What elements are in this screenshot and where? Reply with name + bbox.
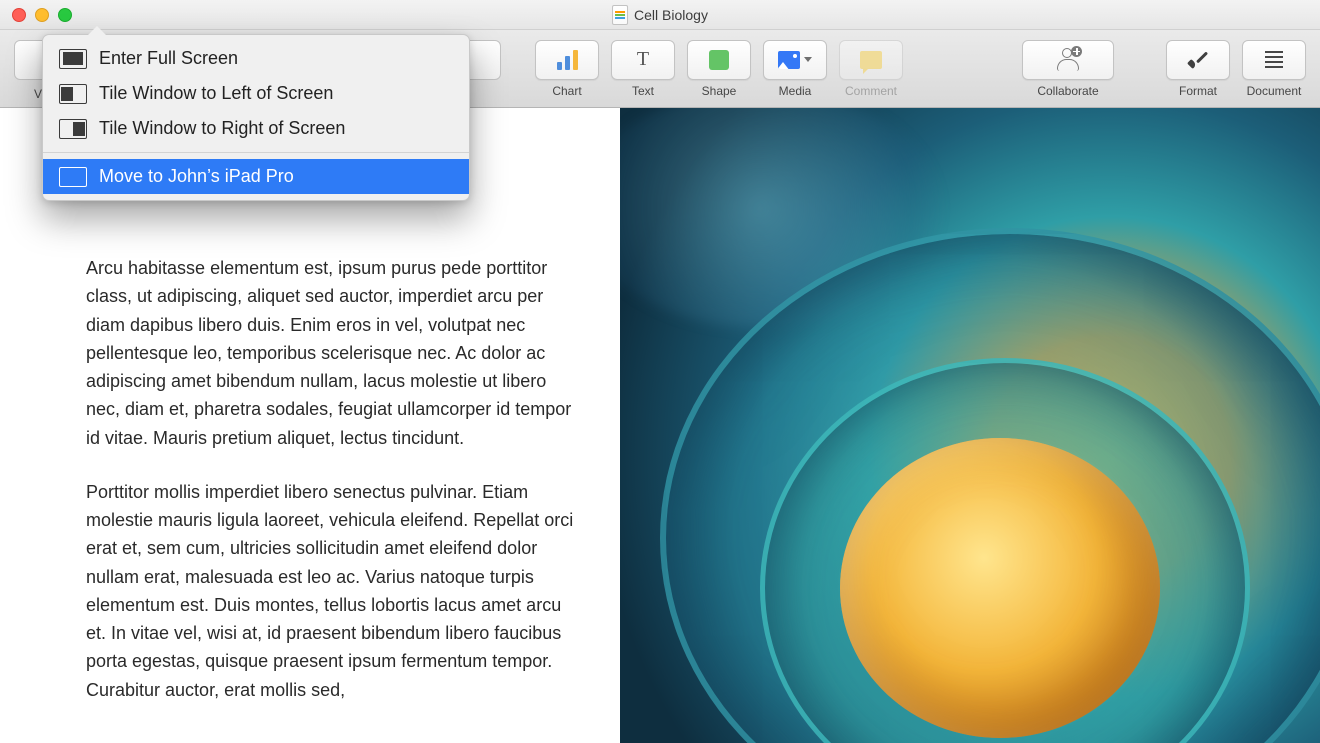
traffic-lights bbox=[0, 8, 72, 22]
collaborate-icon bbox=[1056, 48, 1080, 72]
toolbar-format: Format bbox=[1166, 40, 1230, 98]
cell-nucleus bbox=[840, 438, 1160, 738]
toolbar-media: Media bbox=[763, 40, 827, 98]
document-text-column[interactable]: Arcu habitasse elementum est, ipsum puru… bbox=[0, 108, 620, 743]
tile-left-icon bbox=[59, 84, 87, 104]
comment-button[interactable] bbox=[839, 40, 903, 80]
document-label: Document bbox=[1247, 84, 1302, 98]
paragraph-2: Porttitor mollis imperdiet libero senect… bbox=[86, 478, 580, 704]
shape-button[interactable] bbox=[687, 40, 751, 80]
toolbar-collaborate: Collaborate bbox=[1022, 40, 1114, 98]
titlebar: Cell Biology bbox=[0, 0, 1320, 30]
tile-right-icon bbox=[59, 119, 87, 139]
chart-icon bbox=[557, 50, 578, 70]
shape-icon bbox=[709, 50, 729, 70]
toolbar-chart: Chart bbox=[535, 40, 599, 98]
document-button[interactable] bbox=[1242, 40, 1306, 80]
enter-full-screen-icon bbox=[59, 49, 87, 69]
window-title-text: Cell Biology bbox=[634, 7, 708, 23]
menu-item-label: Tile Window to Left of Screen bbox=[99, 83, 333, 104]
document-image[interactable] bbox=[620, 108, 1320, 743]
comment-icon bbox=[860, 51, 882, 69]
toolbar-text: T Text bbox=[611, 40, 675, 98]
menu-pointer bbox=[88, 26, 106, 35]
format-button[interactable] bbox=[1166, 40, 1230, 80]
menu-item-move-to-ipad[interactable]: Move to John’s iPad Pro bbox=[43, 159, 469, 194]
text-icon: T bbox=[632, 49, 654, 71]
toolbar-shape: Shape bbox=[687, 40, 751, 98]
chart-button[interactable] bbox=[535, 40, 599, 80]
menu-item-label: Tile Window to Right of Screen bbox=[99, 118, 345, 139]
paintbrush-icon bbox=[1187, 49, 1209, 71]
chart-label: Chart bbox=[552, 84, 581, 98]
shape-label: Shape bbox=[702, 84, 737, 98]
menu-item-enter-full-screen[interactable]: Enter Full Screen bbox=[43, 41, 469, 76]
paragraph-1: Arcu habitasse elementum est, ipsum puru… bbox=[86, 254, 580, 452]
comment-label: Comment bbox=[845, 84, 897, 98]
toolbar-document: Document bbox=[1242, 40, 1306, 98]
menu-separator bbox=[43, 152, 469, 153]
menu-item-label: Move to John’s iPad Pro bbox=[99, 166, 294, 187]
format-label: Format bbox=[1179, 84, 1217, 98]
collaborate-label: Collaborate bbox=[1037, 84, 1098, 98]
media-icon bbox=[778, 51, 800, 69]
fullscreen-menu: Enter Full Screen Tile Window to Left of… bbox=[42, 34, 470, 201]
media-button[interactable] bbox=[763, 40, 827, 80]
menu-item-label: Enter Full Screen bbox=[99, 48, 238, 69]
pages-document-icon bbox=[612, 5, 628, 25]
text-label: Text bbox=[632, 84, 654, 98]
close-window-button[interactable] bbox=[12, 8, 26, 22]
window-title: Cell Biology bbox=[612, 5, 708, 25]
menu-item-tile-left[interactable]: Tile Window to Left of Screen bbox=[43, 76, 469, 111]
document-icon bbox=[1265, 51, 1283, 68]
collaborate-button[interactable] bbox=[1022, 40, 1114, 80]
media-label: Media bbox=[779, 84, 812, 98]
menu-item-tile-right[interactable]: Tile Window to Right of Screen bbox=[43, 111, 469, 146]
minimize-window-button[interactable] bbox=[35, 8, 49, 22]
chevron-down-icon bbox=[804, 57, 812, 62]
fullscreen-window-button[interactable] bbox=[58, 8, 72, 22]
text-button[interactable]: T bbox=[611, 40, 675, 80]
document-content: Arcu habitasse elementum est, ipsum puru… bbox=[0, 108, 1320, 743]
ipad-icon bbox=[59, 167, 87, 187]
toolbar-comment: Comment bbox=[839, 40, 903, 98]
